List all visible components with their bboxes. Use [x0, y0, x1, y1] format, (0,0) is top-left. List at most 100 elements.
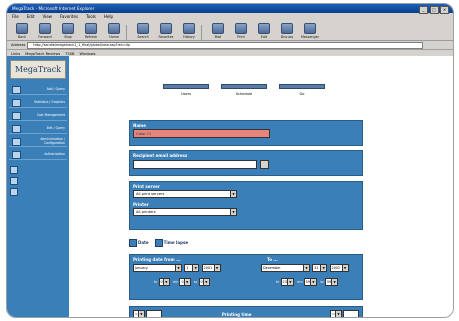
- refresh-button[interactable]: Refresh: [80, 23, 102, 40]
- from-mn-label: mn: [173, 280, 179, 284]
- discuss-icon: [281, 23, 293, 34]
- messenger-icon: [304, 23, 316, 34]
- home-icon: [108, 23, 120, 34]
- from-day-select[interactable]: 1: [184, 264, 200, 272]
- sidebar-item-statistics[interactable]: Statistics / Graphics: [9, 98, 67, 108]
- menu-file[interactable]: File: [12, 13, 19, 20]
- sidebar-item-authorization[interactable]: Authorization: [9, 150, 67, 160]
- links-label: Links: [11, 51, 21, 56]
- from-month-select[interactable]: January: [133, 264, 182, 272]
- date-to-label: To ...: [267, 257, 278, 262]
- tab-bar: [279, 84, 325, 89]
- time-value-left-input[interactable]: [145, 310, 162, 317]
- menu-tools[interactable]: Tools: [86, 13, 96, 20]
- sidebar-item-administration[interactable]: Administration / Configuration: [9, 137, 67, 147]
- add-query-icon: [12, 85, 21, 94]
- minimize-button[interactable]: _: [419, 5, 428, 14]
- history-button[interactable]: History: [178, 23, 200, 40]
- forward-arrow-icon: [39, 23, 51, 34]
- link-megatrack-reviews[interactable]: MegaTrack Reviews: [25, 52, 60, 56]
- cost-management-icon: [12, 111, 21, 120]
- favorites-button[interactable]: Favorites: [155, 23, 177, 40]
- close-button[interactable]: ×: [440, 5, 449, 14]
- megatrack-logo[interactable]: MegaTrack: [10, 60, 66, 79]
- to-month-select[interactable]: December: [261, 264, 310, 272]
- from-year-select[interactable]: 2001: [201, 264, 221, 272]
- toolbar: Back Forward Stop Refresh Home Search Fa…: [7, 20, 453, 41]
- tab-strip: Users Schedule Go: [163, 84, 325, 96]
- menu-view[interactable]: View: [42, 13, 52, 20]
- print-button[interactable]: Print: [230, 23, 252, 40]
- tab-bar: [163, 84, 209, 89]
- from-sc-label: sc: [193, 280, 198, 284]
- home-button[interactable]: Home: [103, 23, 125, 40]
- menu-favorites[interactable]: Favorites: [60, 13, 78, 20]
- sidebar-square-icon[interactable]: [10, 177, 18, 185]
- sidebar-square-icon[interactable]: [10, 188, 18, 196]
- time-lapse-checkbox[interactable]: [154, 239, 163, 247]
- search-icon: [137, 23, 149, 34]
- date-checkbox[interactable]: [129, 239, 137, 247]
- to-year-select[interactable]: 2002: [329, 264, 349, 272]
- back-button[interactable]: Back: [11, 23, 33, 40]
- name-panel: Name Color Cl: [129, 120, 363, 146]
- window-controls: _ □ ×: [419, 5, 449, 14]
- tab-go[interactable]: Go: [279, 84, 325, 96]
- toolbar-separator: [201, 25, 206, 40]
- email-input[interactable]: [133, 160, 257, 169]
- name-input[interactable]: Color Cl: [133, 129, 270, 138]
- time-operator-right-select[interactable]: =: [330, 310, 342, 317]
- date-checkbox-row[interactable]: Date: [129, 239, 149, 247]
- menu-help[interactable]: Help: [104, 13, 113, 20]
- printing-time-panel: = Printing time =: [129, 306, 363, 317]
- sidebar-item-add-query[interactable]: Add / Query: [9, 85, 67, 95]
- time-operator-left-select[interactable]: =: [133, 310, 145, 317]
- print-server-select[interactable]: All print servers: [133, 190, 237, 198]
- forward-button[interactable]: Forward: [34, 23, 56, 40]
- stop-icon: [62, 23, 74, 34]
- from-mn-select[interactable]: 0: [179, 278, 191, 286]
- tab-schedule[interactable]: Schedule: [221, 84, 267, 96]
- statistics-icon: [12, 98, 21, 107]
- history-icon: [183, 23, 195, 34]
- menu-edit[interactable]: Edit: [27, 13, 35, 20]
- from-hr-select[interactable]: 0: [158, 278, 170, 286]
- edit-button[interactable]: Edit: [253, 23, 275, 40]
- stop-button[interactable]: Stop: [57, 23, 79, 40]
- sidebar-square-icon[interactable]: [10, 166, 18, 174]
- time-checkbox-row[interactable]: Time lapse: [154, 239, 188, 247]
- printer-panel: Print server All print servers Printer A…: [129, 181, 363, 230]
- sidebar-item-edit-query[interactable]: Edit / Query: [9, 124, 67, 134]
- to-sc-select[interactable]: 59: [324, 278, 339, 286]
- link-tssb[interactable]: TSSB: [65, 52, 74, 56]
- edit-icon: [258, 23, 270, 34]
- search-button[interactable]: Search: [132, 23, 154, 40]
- tab-bar: [221, 84, 267, 89]
- maximize-button[interactable]: □: [429, 5, 439, 14]
- from-sc-select[interactable]: 0: [198, 278, 210, 286]
- sidebar-item-cost-management[interactable]: Cost Management: [9, 111, 67, 121]
- sidebar: MegaTrack Add / Query Statistics / Graph…: [7, 56, 69, 317]
- time-value-right-input[interactable]: [343, 310, 359, 317]
- address-label: Address: [11, 43, 26, 47]
- mail-button[interactable]: Mail: [207, 23, 229, 40]
- messenger-button[interactable]: Messenger: [299, 23, 321, 40]
- menu-bar: File Edit View Favorites Tools Help: [7, 13, 453, 20]
- to-mn-select[interactable]: 59: [303, 278, 317, 286]
- address-input[interactable]: http://sandie/megatrack1_1_final/global/…: [27, 41, 423, 49]
- discuss-button[interactable]: Discuss: [276, 23, 298, 40]
- to-day-select[interactable]: 31: [312, 264, 328, 272]
- name-label: Name: [133, 123, 146, 128]
- filter-checkboxes: Date Time lapse: [129, 239, 188, 247]
- to-hr-select[interactable]: 23: [280, 278, 294, 286]
- to-mn-label: mn: [297, 280, 303, 284]
- authorization-icon: [12, 150, 21, 159]
- edit-query-icon: [12, 124, 21, 133]
- window-title: MegaTrack - Microsoft Internet Explorer: [12, 6, 95, 11]
- link-windows[interactable]: Windows: [80, 52, 96, 56]
- tab-users[interactable]: Users: [163, 84, 209, 96]
- address-book-icon[interactable]: [260, 160, 269, 169]
- favorites-icon: [160, 23, 172, 34]
- printer-select[interactable]: All printers: [133, 208, 237, 216]
- date-from-label: Printing date from ...: [133, 257, 181, 262]
